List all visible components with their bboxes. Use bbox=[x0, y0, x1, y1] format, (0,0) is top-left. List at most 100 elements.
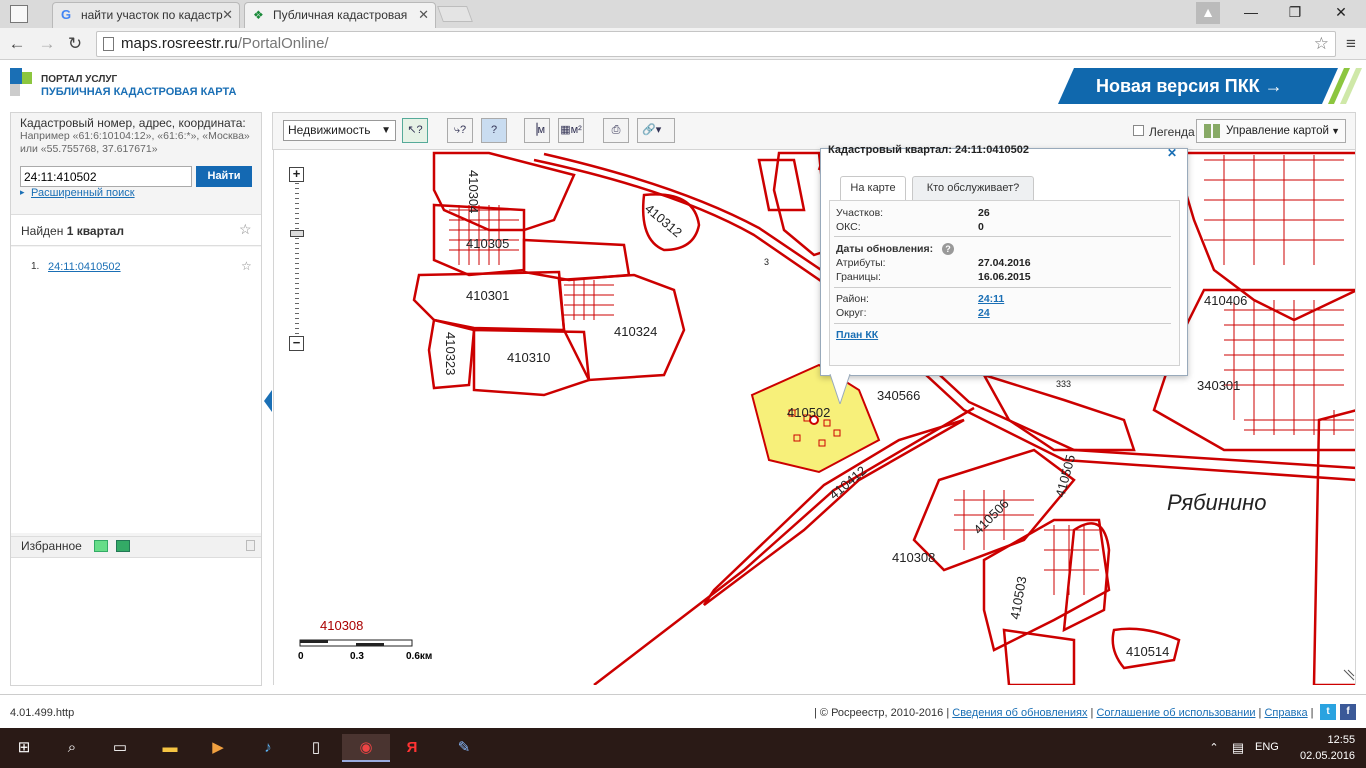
select-identify-icon[interactable]: ↖? bbox=[402, 118, 428, 143]
restore-icon[interactable]: ❐ bbox=[1278, 2, 1312, 24]
browser-tab-pkk[interactable]: ❖ Публичная кадастровая ✕ bbox=[244, 2, 436, 28]
twitter-icon[interactable]: t bbox=[1320, 704, 1336, 720]
portal-logo-icon[interactable] bbox=[10, 68, 34, 102]
document-icon[interactable]: ▯ bbox=[302, 734, 330, 762]
address-host: maps.rosreestr.ru bbox=[121, 35, 238, 52]
excel-import-icon[interactable] bbox=[116, 540, 130, 552]
zoom-slider[interactable] bbox=[295, 183, 299, 337]
measure-area-icon[interactable]: ▦м² bbox=[558, 118, 584, 143]
window-close-icon[interactable]: ✕ bbox=[1324, 2, 1358, 24]
pkk-title[interactable]: ПУБЛИЧНАЯ КАДАСТРОВАЯ КАРТА bbox=[41, 86, 236, 98]
resize-handle-icon[interactable] bbox=[1343, 669, 1355, 681]
zoom-in-button[interactable]: + bbox=[289, 167, 304, 182]
page-icon[interactable] bbox=[10, 5, 28, 23]
map-label: 410503 bbox=[1007, 575, 1029, 620]
measure-length-icon[interactable]: ▕м bbox=[524, 118, 550, 143]
portal-title[interactable]: ПОРТАЛ УСЛУГ bbox=[41, 74, 117, 85]
result-star-icon[interactable]: ☆ bbox=[241, 259, 252, 273]
close-icon[interactable]: ✕ bbox=[418, 3, 429, 27]
updates-link[interactable]: Сведения об обновлениях bbox=[952, 707, 1087, 719]
close-icon[interactable]: ✕ bbox=[1164, 146, 1180, 160]
back-icon[interactable]: ← bbox=[6, 33, 28, 55]
scale-label: 0.3 bbox=[350, 651, 364, 662]
search-icon[interactable]: ⌕ bbox=[58, 734, 86, 762]
legend-checkbox[interactable] bbox=[1133, 125, 1144, 136]
popup-body bbox=[829, 200, 1180, 366]
audio-app-icon[interactable]: ♪ bbox=[254, 734, 282, 762]
media-player-icon[interactable]: ▶ bbox=[204, 734, 232, 762]
profile-icon[interactable]: ▲ bbox=[1196, 2, 1220, 24]
help-link[interactable]: Справка bbox=[1264, 707, 1307, 719]
menu-icon[interactable]: ≡ bbox=[1340, 33, 1362, 55]
map-label: 340301 bbox=[1197, 378, 1240, 393]
divider bbox=[834, 323, 1171, 324]
facebook-icon[interactable]: f bbox=[1340, 704, 1356, 720]
area-identify-icon[interactable]: ⤷? bbox=[447, 118, 473, 143]
layer-select[interactable]: Недвижимость ▼ bbox=[283, 120, 396, 141]
help-icon[interactable]: ? bbox=[942, 243, 954, 255]
map-info-icon[interactable]: ? bbox=[481, 118, 507, 143]
bounds-label: Границы: bbox=[836, 271, 881, 283]
collapse-panel-icon[interactable] bbox=[264, 390, 272, 412]
district-link[interactable]: 24:11 bbox=[978, 293, 1004, 305]
new-version-banner[interactable]: Новая версия ПКК → bbox=[1058, 68, 1352, 104]
plan-kk-link[interactable]: План КК bbox=[836, 329, 878, 341]
dropdown-arrow-icon: ▼ bbox=[1331, 126, 1340, 136]
okrug-link[interactable]: 24 bbox=[978, 307, 990, 319]
input-language[interactable]: ENG bbox=[1255, 741, 1279, 753]
advanced-search-link[interactable]: Расширенный поиск bbox=[31, 187, 135, 199]
forward-icon[interactable]: → bbox=[36, 33, 58, 55]
legend-label[interactable]: Легенда bbox=[1149, 125, 1195, 139]
close-icon[interactable]: ✕ bbox=[222, 3, 233, 27]
notifications-icon[interactable]: ▤ bbox=[1224, 734, 1252, 762]
map-svg[interactable]: 410304 410305 410301 410312 410323 41031… bbox=[274, 150, 1356, 685]
trash-icon[interactable] bbox=[246, 540, 255, 551]
map-label: 340566 bbox=[877, 388, 920, 403]
minimize-icon[interactable]: — bbox=[1234, 2, 1268, 24]
new-version-label: Новая версия ПКК → bbox=[1096, 76, 1283, 96]
update-dates-label: Даты обновления: bbox=[836, 243, 934, 255]
map-label: 410406 bbox=[1204, 293, 1247, 308]
task-view-icon[interactable]: ▭ bbox=[106, 734, 134, 762]
map-label: 410310 bbox=[507, 350, 550, 365]
tab-on-map[interactable]: На карте bbox=[840, 176, 906, 200]
find-button[interactable]: Найти bbox=[196, 166, 252, 187]
paint-icon[interactable]: ✎ bbox=[450, 734, 478, 762]
excel-export-icon[interactable] bbox=[94, 540, 108, 552]
oks-value: 0 bbox=[978, 221, 984, 233]
place-label: Рябинино bbox=[1167, 490, 1266, 515]
reload-icon[interactable]: ↻ bbox=[64, 33, 86, 55]
attributes-date: 27.04.2016 bbox=[978, 257, 1031, 269]
map-control-label: Управление картой bbox=[1226, 125, 1329, 137]
map-control-dropdown[interactable]: Управление картой ▼ bbox=[1196, 119, 1346, 143]
search-label: Кадастровый номер, адрес, координата: bbox=[20, 116, 246, 130]
terms-link[interactable]: Соглашение об использовании bbox=[1096, 707, 1255, 719]
result-link[interactable]: 24:11:0410502 bbox=[48, 261, 121, 273]
chrome-icon[interactable]: ◉ bbox=[342, 734, 390, 762]
map-canvas[interactable]: 410304 410305 410301 410312 410323 41031… bbox=[273, 150, 1356, 685]
google-icon: G bbox=[61, 7, 72, 22]
popup-pointer bbox=[829, 374, 851, 404]
new-tab-button[interactable] bbox=[437, 6, 473, 22]
address-bar[interactable]: maps.rosreestr.ru/PortalOnline/ ☆ bbox=[96, 31, 1336, 57]
search-input[interactable] bbox=[20, 166, 192, 187]
map-label: 410301 bbox=[466, 288, 509, 303]
file-explorer-icon[interactable]: ▬ bbox=[156, 734, 184, 762]
found-count: Найден 1 квартал bbox=[21, 224, 124, 238]
tab-who-serves[interactable]: Кто обслуживает? bbox=[912, 176, 1034, 200]
search-hint: Например «61:6:10104:12», «61:6:*», «Мос… bbox=[20, 130, 250, 155]
clock-date: 02.05.2016 bbox=[1300, 750, 1356, 762]
bookmark-star-icon[interactable]: ☆ bbox=[1314, 32, 1329, 56]
parcels-label: Участков: bbox=[836, 207, 884, 219]
zoom-out-button[interactable]: − bbox=[289, 336, 304, 351]
zoom-slider-handle[interactable] bbox=[290, 230, 304, 237]
windows-start-icon[interactable]: ⊞ bbox=[10, 734, 38, 762]
yandex-browser-icon[interactable]: Я bbox=[398, 734, 426, 762]
version-label: 4.01.499.http bbox=[10, 707, 75, 719]
print-icon[interactable]: ⎙ bbox=[603, 118, 629, 143]
clock[interactable]: 12:55 02.05.2016 bbox=[1300, 732, 1355, 764]
favorite-star-icon[interactable]: ☆ bbox=[239, 221, 252, 238]
address-path: /PortalOnline/ bbox=[237, 35, 329, 52]
link-icon[interactable]: 🔗▾ bbox=[637, 118, 675, 143]
browser-tab-google[interactable]: G найти участок по кадастр ✕ bbox=[52, 2, 240, 28]
